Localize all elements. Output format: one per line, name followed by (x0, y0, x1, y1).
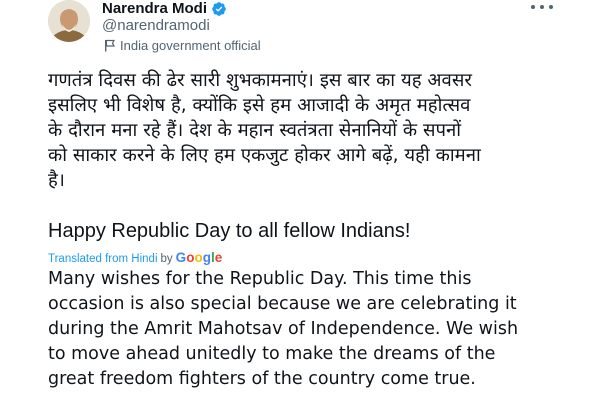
translated-text: Many wishes for the Republic Day. This t… (48, 267, 568, 392)
translated-by-text: by (160, 253, 173, 265)
translation-line: to move ahead unitedly to make the dream… (48, 344, 496, 364)
avatar-image (48, 0, 90, 42)
translation-line: during the Amrit Mahotsav of Independenc… (48, 319, 519, 339)
tweet-text-hindi: गणतंत्र दिवस की ढेर सारी शुभकामनाएं। इस … (48, 68, 568, 193)
google-logo: Google (175, 250, 223, 265)
avatar[interactable] (48, 0, 90, 42)
verified-badge-icon (212, 1, 226, 16)
author-row: Narendra Modi (102, 0, 227, 17)
more-dot (549, 5, 553, 9)
translation-line: great freedom fighters of the country co… (48, 369, 476, 389)
translation-attribution: Translated from Hindi by Google (48, 250, 222, 265)
hindi-line: के दौरान मना रहे हैं। देश के महान स्वतंत… (48, 120, 462, 141)
hindi-line: इसलिए भी विशेष है, क्योंकि इसे हम आजादी … (48, 95, 471, 116)
flag-icon (105, 39, 116, 52)
hindi-line: गणतंत्र दिवस की ढेर सारी शुभकामनाएं। इस … (48, 70, 472, 91)
hindi-line: को साकार करने के लिए हम एकजुट होकर आगे ब… (48, 145, 481, 166)
author-handle[interactable]: @narendramodi (102, 17, 210, 34)
account-label-text: India government official (120, 38, 261, 53)
account-label: India government official (104, 38, 261, 53)
hindi-line: है। (48, 170, 65, 191)
more-dot (540, 5, 544, 9)
translation-line: Many wishes for the Republic Day. This t… (48, 269, 472, 289)
author-name[interactable]: Narendra Modi (102, 0, 207, 17)
more-dot (531, 5, 535, 9)
translation-line: occasion is also special because we are … (48, 294, 517, 314)
tweet-text-english: Happy Republic Day to all fellow Indians… (48, 220, 411, 242)
more-options-icon[interactable] (531, 0, 553, 14)
translated-from-link[interactable]: Translated from Hindi (48, 253, 158, 265)
tweet: Narendra Modi @narendramodi India govern… (0, 0, 600, 400)
